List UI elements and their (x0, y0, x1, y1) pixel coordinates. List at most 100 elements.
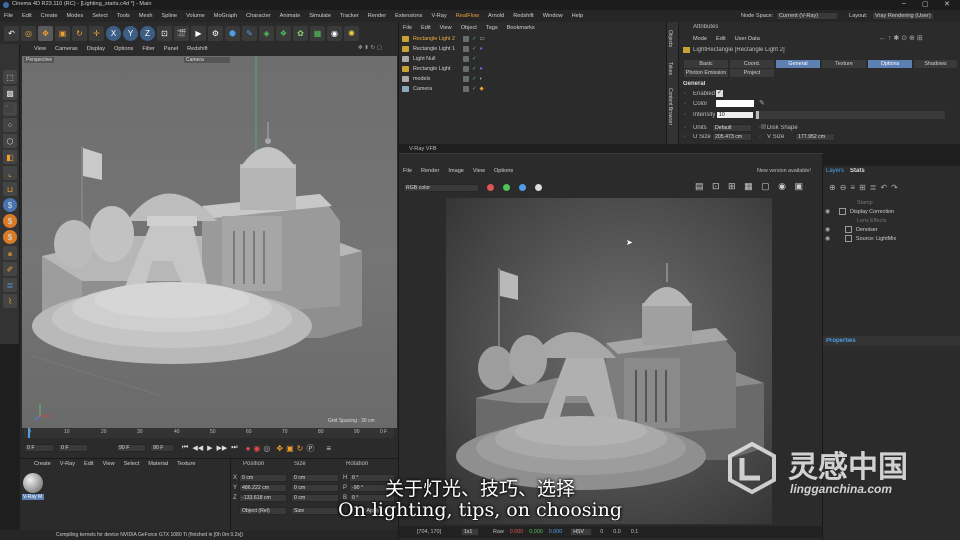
autokey-icon[interactable]: ◉ (253, 444, 260, 453)
tab-layers[interactable]: Layers (823, 168, 847, 174)
deformer-icon[interactable]: ✿ (293, 25, 308, 41)
vfb-tool-icons[interactable]: ▤ ⊡ ⊞ ▦ ▢ ◉ ▣ (695, 181, 806, 192)
checkmark-icon[interactable]: ✓ (472, 56, 477, 62)
menu-spline[interactable]: Spline (162, 13, 178, 19)
go-end-icon[interactable]: ⏭ (231, 444, 237, 452)
object-menu-object[interactable]: Object (461, 25, 477, 31)
floor-icon[interactable]: ▦ (310, 25, 325, 41)
intensity-slider-handle[interactable] (756, 111, 759, 119)
tab-photon-emission[interactable]: Photon Emission (683, 68, 729, 78)
keyframe-icon[interactable]: ◎ (263, 444, 270, 453)
green-channel-toggle[interactable] (503, 184, 510, 191)
tab-general[interactable]: General (775, 59, 821, 69)
visibility-toggle[interactable] (463, 56, 469, 62)
make-editable-icon[interactable]: ⬚ (3, 70, 17, 84)
checker-icon[interactable]: ▩ (3, 86, 17, 100)
object-menu-edit[interactable]: Edit (421, 25, 431, 31)
checkmark-icon[interactable]: ✓ (472, 46, 477, 52)
timeline-ruler[interactable]: 0 10 20 30 40 50 60 70 80 90 0 F (24, 428, 394, 438)
scale-key-icon[interactable]: ▣ (286, 444, 294, 453)
target-tag-icon[interactable]: ◆ (480, 86, 484, 92)
tab-stats[interactable]: Stats (847, 168, 868, 174)
viewport-menu-display[interactable]: Display (87, 46, 105, 52)
layer-checkbox[interactable] (839, 208, 846, 215)
visibility-toggle[interactable] (463, 36, 469, 42)
visibility-toggle[interactable] (463, 76, 469, 82)
tab-options[interactable]: Options (867, 59, 913, 69)
menu-mesh[interactable]: Mesh (139, 13, 153, 19)
material-tag-icon[interactable]: ● (480, 66, 483, 72)
object-name[interactable]: Rectangle Light (413, 66, 461, 72)
move-icon[interactable]: ✥ (38, 25, 53, 41)
object-row[interactable]: Light Null ✓ (399, 54, 666, 64)
object-row[interactable]: Camera ✓ ◆ (399, 84, 666, 94)
scale-icon[interactable]: ▣ (55, 25, 70, 41)
minimize-icon[interactable]: – (902, 0, 906, 7)
menu-animate[interactable]: Animate (280, 13, 301, 19)
object-name[interactable]: models (413, 76, 461, 82)
layer-name[interactable]: Source: LightMix (856, 236, 896, 242)
viewport-nav-icons[interactable]: ✥ ⬍ ↻ ▢ (358, 45, 382, 51)
eye-icon[interactable]: ◉ (825, 226, 834, 233)
vfb-menu-image[interactable]: Image (448, 168, 464, 174)
object-menu-view[interactable]: View (440, 25, 452, 31)
menu-window[interactable]: Window (543, 13, 563, 19)
viewport-menu-filter[interactable]: Filter (142, 46, 154, 52)
v-size-field[interactable]: 177.952 cm (795, 133, 835, 141)
checkmark-icon[interactable]: ✓ (472, 66, 477, 72)
playhead[interactable] (28, 428, 30, 438)
material-menu-create[interactable]: Create (34, 461, 51, 467)
layer-item[interactable]: ◉ Source: LightMix (825, 234, 959, 243)
go-start-icon[interactable]: ⏮ (182, 444, 188, 452)
layer-name[interactable]: Denoiser (856, 227, 878, 233)
attributes-nav-icons[interactable]: ← ↑ ✱ ⊙ ⊕ ⊞ (879, 34, 923, 42)
object-menu-file[interactable]: File (403, 25, 412, 31)
position-x-field[interactable]: 0 cm (239, 474, 287, 482)
step-forward-icon[interactable]: ▶▶ (216, 444, 227, 452)
layer-name[interactable]: Display Correction (850, 209, 894, 215)
menu-help[interactable]: Help (572, 13, 584, 19)
layer-name[interactable]: Lens Effects (857, 218, 887, 224)
viewport-canvas[interactable]: Perspective Camera Grid Spacing : 30 cm (22, 56, 397, 428)
render-icon[interactable]: ▶ (191, 25, 206, 41)
eyedropper-icon[interactable]: ✎ (759, 99, 765, 107)
intensity-slider[interactable] (755, 111, 945, 119)
viewport-menu-options[interactable]: Options (114, 46, 133, 52)
coord-mode-select[interactable]: Object (Rel) (239, 507, 287, 515)
viewport-menu-panel[interactable]: Panel (164, 46, 178, 52)
layer-item[interactable]: Lens Effects (825, 216, 959, 225)
vfb-menu-render[interactable]: Render (421, 168, 439, 174)
tab-project[interactable]: Project (729, 68, 775, 78)
axis-y-button[interactable]: Y (123, 25, 138, 41)
menu-edit[interactable]: Edit (22, 13, 32, 19)
object-row[interactable]: Rectangle Light 1 ✓ ● (399, 44, 666, 54)
end-frame-field[interactable]: 90 F (116, 444, 146, 452)
menu-mograph[interactable]: MoGraph (214, 13, 237, 19)
menu-file[interactable]: File (4, 13, 13, 19)
object-name[interactable]: Camera (413, 86, 461, 92)
material-swatch[interactable] (23, 473, 43, 493)
object-name[interactable]: Light Null (413, 56, 461, 62)
attributes-menu-user-data[interactable]: User Data (735, 36, 760, 42)
start-frame-field[interactable]: 0 F (58, 444, 88, 452)
vfb-update-notice[interactable]: New version available! (757, 168, 811, 174)
layer-tag-icon[interactable]: ◐ (480, 76, 483, 82)
edges-mode-icon[interactable]: ⬡ (3, 134, 17, 148)
viewport-menu-view[interactable]: View (34, 46, 46, 52)
layer-item[interactable]: ◉ Denoiser (825, 225, 959, 234)
menu-realflow[interactable]: RealFlow (456, 13, 479, 19)
rotate-icon[interactable]: ↻ (72, 25, 87, 41)
points-mode-icon[interactable]: ⁘ (3, 118, 17, 132)
subdivision-icon[interactable]: ◈ (259, 25, 274, 41)
units-select[interactable]: Default (712, 124, 752, 132)
dollar2-icon[interactable]: $ (3, 214, 17, 228)
material-menu-select[interactable]: Select (124, 461, 140, 467)
menu-tools[interactable]: Tools (117, 13, 130, 19)
param-key-icon[interactable]: Ⓟ (306, 443, 314, 454)
undo-icon[interactable]: ↶ (4, 25, 19, 41)
object-name[interactable]: Rectangle Light 2 (413, 36, 461, 42)
blue-channel-toggle[interactable] (519, 184, 526, 191)
vfb-menu-view[interactable]: View (473, 168, 485, 174)
spiral-icon[interactable]: ๑ (3, 246, 17, 260)
channel-select[interactable]: RGB color (403, 184, 479, 192)
